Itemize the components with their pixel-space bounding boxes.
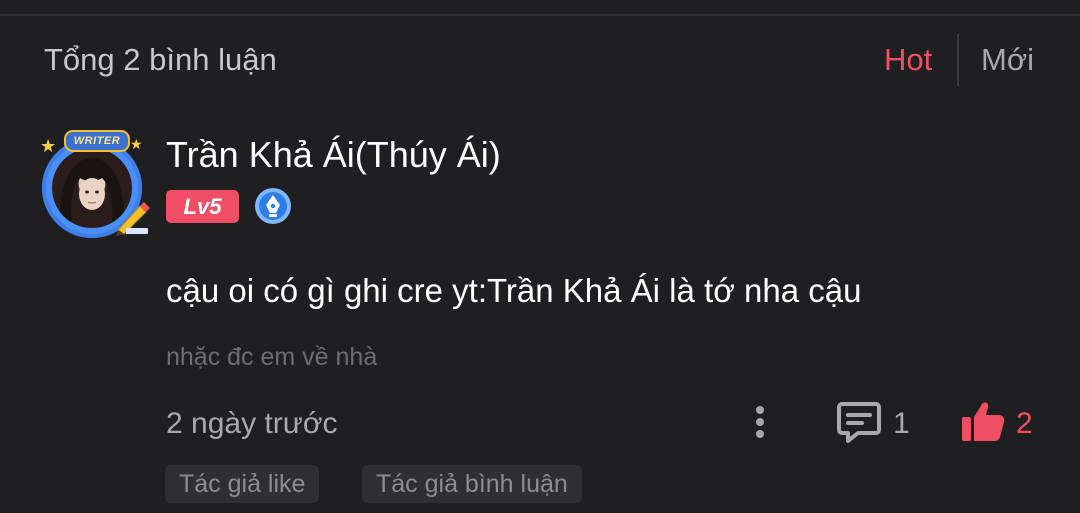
reply-icon[interactable] bbox=[836, 400, 882, 444]
top-divider bbox=[0, 14, 1080, 16]
pen-nib-icon bbox=[255, 188, 291, 224]
comment-text: cậu oi có gì ghi cre yt:Trần Khả Ái là t… bbox=[166, 272, 862, 309]
reply-count: 1 bbox=[893, 407, 910, 440]
author-name[interactable]: Trần Khả Ái(Thúy Ái) bbox=[166, 134, 501, 176]
comment-count-label: Tổng 2 bình luận bbox=[44, 42, 277, 77]
more-options-icon[interactable] bbox=[748, 402, 772, 442]
comments-header: Tổng 2 bình luận Hot Mới bbox=[0, 30, 1080, 90]
comment-panel: Tổng 2 bình luận Hot Mới WRITER ★ ★ Trần… bbox=[0, 0, 1080, 513]
author-liked-tag: Tác giả like bbox=[165, 465, 320, 503]
reply-preview[interactable]: nhặc đc em về nhà bbox=[166, 343, 377, 372]
avatar[interactable]: WRITER ★ ★ bbox=[34, 128, 154, 244]
author-replied-tag: Tác giả bình luận bbox=[362, 465, 582, 503]
star-icon: ★ bbox=[40, 136, 57, 156]
like-count: 2 bbox=[1016, 407, 1033, 440]
sort-divider bbox=[957, 34, 959, 86]
sort-new-tab[interactable]: Mới bbox=[981, 42, 1034, 78]
star-icon: ★ bbox=[130, 136, 143, 152]
quill-pen-icon bbox=[116, 202, 150, 236]
writer-frame-label: WRITER bbox=[64, 130, 130, 152]
comment-timestamp: 2 ngày trước bbox=[166, 407, 338, 440]
sort-hot-tab[interactable]: Hot bbox=[884, 42, 932, 78]
level-badge: Lv5 bbox=[166, 190, 239, 223]
thumbs-up-icon[interactable] bbox=[960, 398, 1006, 444]
